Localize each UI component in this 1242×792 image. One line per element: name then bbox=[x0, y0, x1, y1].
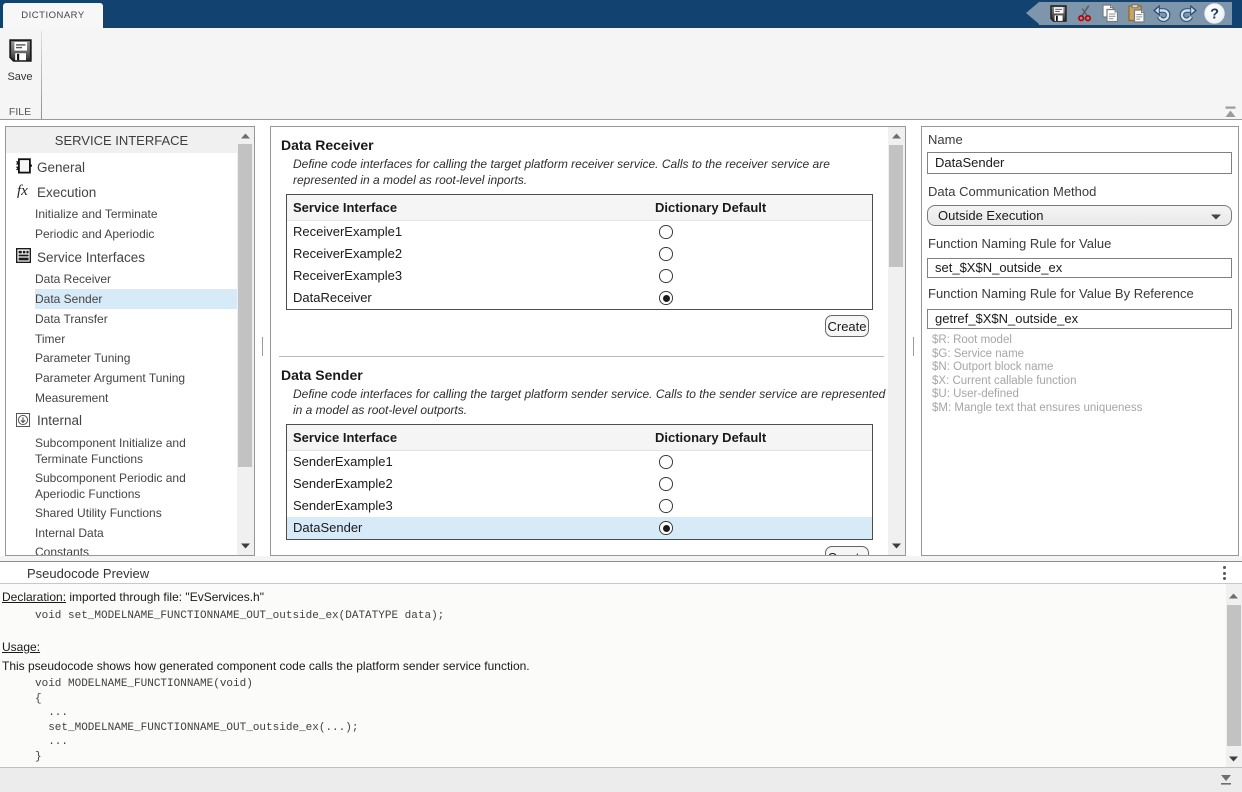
svg-text:?: ? bbox=[1210, 7, 1219, 23]
